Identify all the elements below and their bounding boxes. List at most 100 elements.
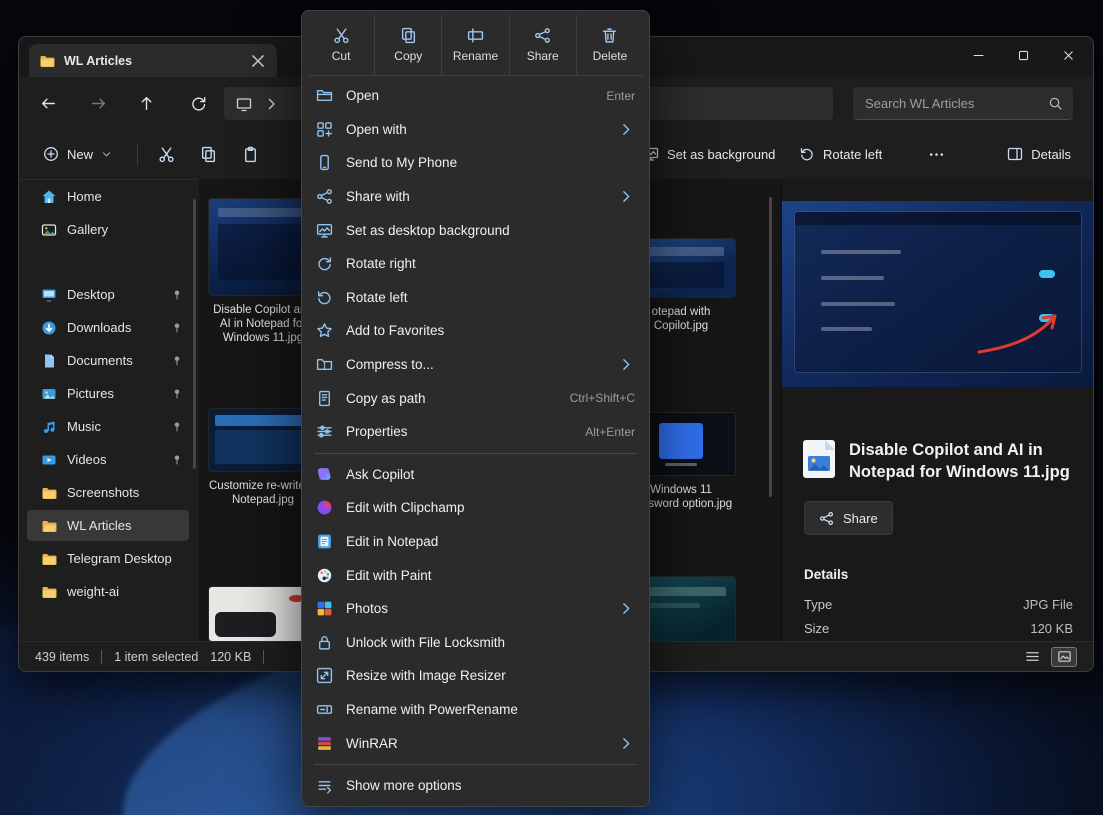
share-button[interactable]: Share xyxy=(804,501,893,535)
copy-button[interactable] xyxy=(189,138,227,170)
menu-item-photos[interactable]: Photos xyxy=(306,592,645,626)
quick-action-rename[interactable]: Rename xyxy=(441,15,508,75)
sidebar-item-label: Desktop xyxy=(67,287,115,302)
sidebar-item-videos[interactable]: Videos xyxy=(27,444,189,475)
rotate-left-button[interactable]: Rotate left xyxy=(791,138,890,170)
menu-separator xyxy=(314,764,637,765)
quick-action-cut[interactable]: Cut xyxy=(308,15,374,75)
refresh-button[interactable] xyxy=(181,86,215,120)
sidebar-item-downloads[interactable]: Downloads xyxy=(27,312,189,343)
menu-item-set-as-desktop-background[interactable]: Set as desktop background xyxy=(306,213,645,247)
menu-item-label: Open with xyxy=(346,122,407,137)
menu-item-label: WinRAR xyxy=(346,736,398,751)
context-menu-quick-actions: CutCopyRenameShareDelete xyxy=(308,15,643,76)
this-pc-icon xyxy=(236,96,252,112)
menu-item-label: Rotate left xyxy=(346,290,408,305)
search-box[interactable] xyxy=(853,87,1073,120)
content-scrollbar[interactable] xyxy=(769,197,772,497)
menu-item-winrar[interactable]: WinRAR xyxy=(306,726,645,760)
menu-item-edit-in-notepad[interactable]: Edit in Notepad xyxy=(306,525,645,559)
share-icon xyxy=(819,511,834,526)
menu-item-show-more-options[interactable]: Show more options xyxy=(306,769,645,803)
sidebar-item-pictures[interactable]: Pictures xyxy=(27,378,189,409)
details-toggle-button[interactable]: Details xyxy=(999,138,1079,170)
sidebar-item-screenshots[interactable]: Screenshots xyxy=(27,477,189,508)
more-options-button[interactable] xyxy=(917,138,955,170)
menu-item-ask-copilot[interactable]: Ask Copilot xyxy=(306,458,645,492)
menu-item-open-with[interactable]: Open with xyxy=(306,113,645,147)
sidebar-item-label: WL Articles xyxy=(67,518,132,533)
maximize-button[interactable] xyxy=(1001,37,1046,73)
menu-item-label: Edit with Paint xyxy=(346,568,432,583)
resizer-icon xyxy=(316,667,333,684)
menu-item-copy-as-path[interactable]: Copy as pathCtrl+Shift+C xyxy=(306,381,645,415)
sidebar-item-weight-ai[interactable]: weight-ai xyxy=(27,576,189,607)
detail-row-size: Size 120 KB xyxy=(804,621,1073,636)
sidebar-item-label: Telegram Desktop xyxy=(67,551,172,566)
downloads-icon xyxy=(41,320,57,336)
quick-action-share[interactable]: Share xyxy=(509,15,576,75)
menu-item-rotate-left[interactable]: Rotate left xyxy=(306,281,645,315)
minimize-button[interactable] xyxy=(956,37,1001,73)
menu-item-compress-to[interactable]: Compress to... xyxy=(306,348,645,382)
menu-item-shortcut: Alt+Enter xyxy=(585,425,635,439)
sidebar-item-gallery[interactable]: Gallery xyxy=(27,214,189,245)
menu-item-send-to-my-phone[interactable]: Send to My Phone xyxy=(306,146,645,180)
sidebar-item-home[interactable]: Home xyxy=(27,181,189,212)
menu-item-share-with[interactable]: Share with xyxy=(306,180,645,214)
menu-item-label: Add to Favorites xyxy=(346,323,444,338)
menu-item-add-to-favorites[interactable]: Add to Favorites xyxy=(306,314,645,348)
menu-item-resize-with-image-resizer[interactable]: Resize with Image Resizer xyxy=(306,659,645,693)
set-as-background-button[interactable]: Set as background xyxy=(635,138,783,170)
jpg-file-icon xyxy=(802,439,836,479)
menu-item-properties[interactable]: PropertiesAlt+Enter xyxy=(306,415,645,449)
cut-button[interactable] xyxy=(147,138,185,170)
menu-item-label: Photos xyxy=(346,601,388,616)
documents-icon xyxy=(41,353,57,369)
window-controls xyxy=(956,37,1091,73)
close-button[interactable] xyxy=(1046,37,1091,73)
copy-path-icon xyxy=(316,390,333,407)
tab-wl-articles[interactable]: WL Articles xyxy=(29,44,277,77)
home-icon xyxy=(41,189,57,205)
selected-file-title: Disable Copilot and AI in Notepad for Wi… xyxy=(849,439,1081,483)
sidebar-item-label: Documents xyxy=(67,353,133,368)
sidebar-item-documents[interactable]: Documents xyxy=(27,345,189,376)
share-label: Share xyxy=(843,511,878,526)
menu-item-open[interactable]: OpenEnter xyxy=(306,79,645,113)
list-view-button[interactable] xyxy=(1021,648,1043,666)
quick-action-copy[interactable]: Copy xyxy=(374,15,441,75)
up-icon xyxy=(138,95,155,112)
notepad-app-icon xyxy=(316,533,333,550)
quick-action-delete[interactable]: Delete xyxy=(576,15,643,75)
up-button[interactable] xyxy=(129,86,163,120)
menu-item-edit-with-clipchamp[interactable]: Edit with Clipchamp xyxy=(306,491,645,525)
sidebar-item-label: Music xyxy=(67,419,101,434)
toolbar-separator xyxy=(137,144,138,165)
forward-button[interactable] xyxy=(81,86,115,120)
detail-label: Size xyxy=(804,621,829,636)
tab-close-icon[interactable] xyxy=(249,52,267,70)
submenu-chevron-icon xyxy=(618,735,635,752)
search-input[interactable] xyxy=(863,95,1048,112)
sidebar-scrollbar[interactable] xyxy=(193,199,196,469)
back-button[interactable] xyxy=(31,86,65,120)
sidebar-item-telegram-desktop[interactable]: Telegram Desktop xyxy=(27,543,189,574)
new-button[interactable]: New xyxy=(33,138,122,170)
chevron-down-icon xyxy=(101,149,112,160)
paste-button[interactable] xyxy=(231,138,269,170)
submenu-chevron-icon xyxy=(618,188,635,205)
menu-item-rename-with-powerrename[interactable]: Rename with PowerRename xyxy=(306,693,645,727)
pin-icon xyxy=(171,454,183,466)
desktop: WL Articles xyxy=(0,0,1103,815)
menu-item-rotate-right[interactable]: Rotate right xyxy=(306,247,645,281)
sidebar-item-music[interactable]: Music xyxy=(27,411,189,442)
menu-item-edit-with-paint[interactable]: Edit with Paint xyxy=(306,558,645,592)
menu-item-unlock-with-file-locksmith[interactable]: Unlock with File Locksmith xyxy=(306,626,645,660)
thumbnail-view-button[interactable] xyxy=(1051,647,1077,667)
powerrename-icon xyxy=(316,701,333,718)
sidebar-item-wl-articles[interactable]: WL Articles xyxy=(27,510,189,541)
rotate-left-icon xyxy=(799,146,815,162)
sidebar-item-label: Home xyxy=(67,189,102,204)
sidebar-item-desktop[interactable]: Desktop xyxy=(27,279,189,310)
